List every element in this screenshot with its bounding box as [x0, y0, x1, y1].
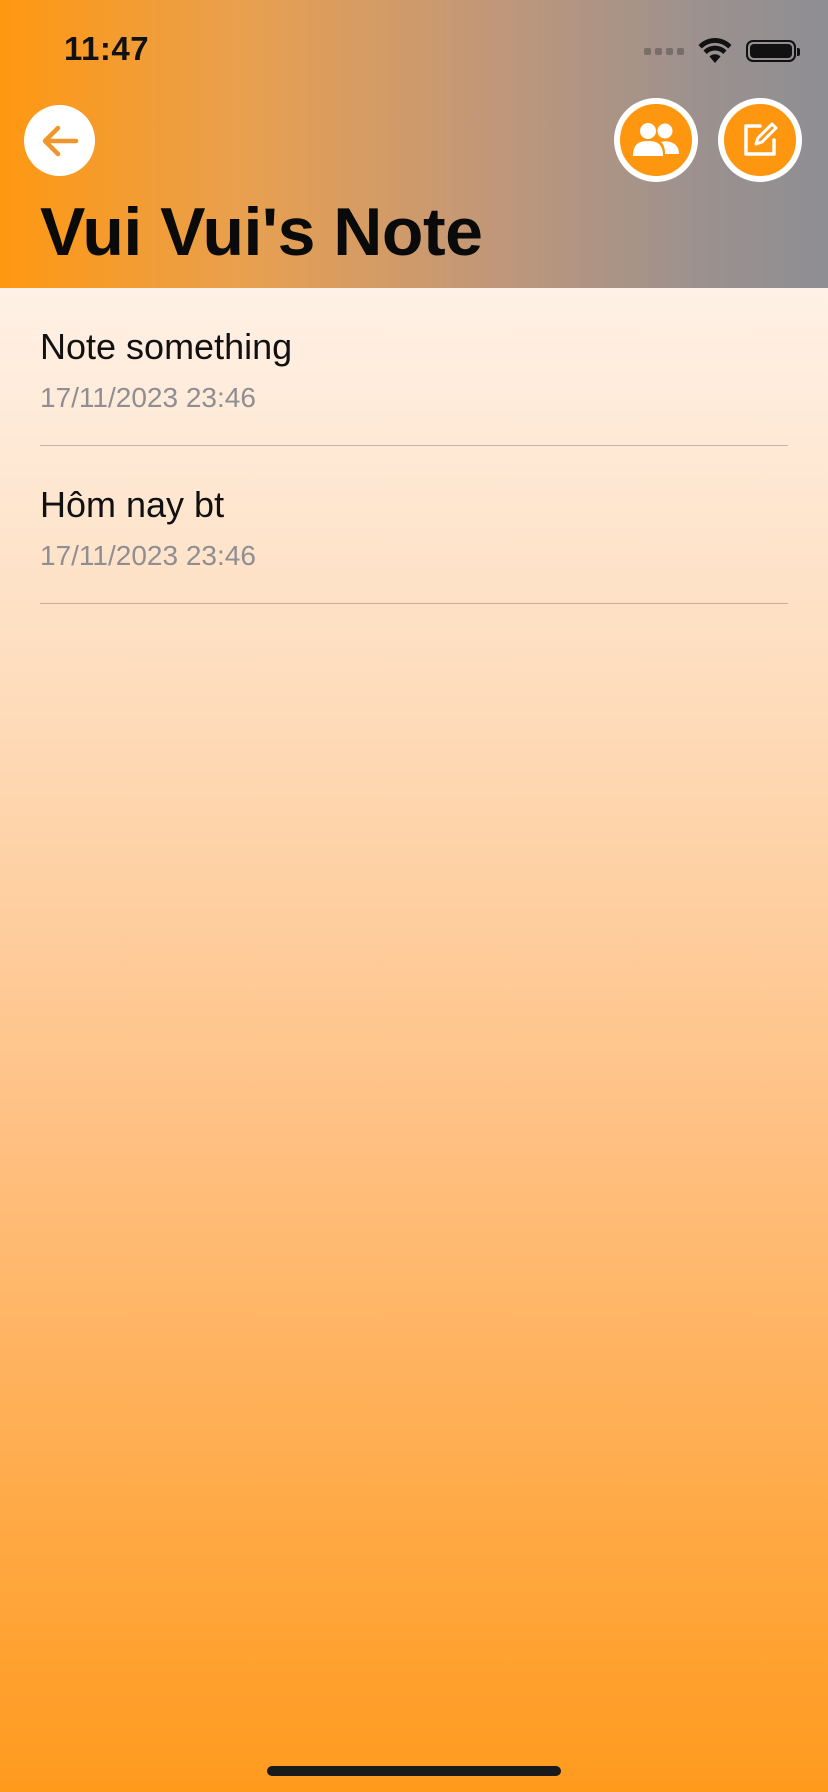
cellular-signal-icon [644, 47, 684, 55]
home-indicator[interactable] [267, 1766, 561, 1776]
battery-icon [746, 40, 800, 62]
back-button[interactable] [24, 105, 95, 176]
notes-list: Note something 17/11/2023 23:46 Hôm nay … [40, 288, 788, 604]
status-icons [644, 36, 800, 66]
page-title: Vui Vui's Note [40, 194, 483, 270]
wifi-icon [698, 38, 732, 63]
status-time: 11:47 [64, 30, 150, 67]
note-row[interactable]: Note something 17/11/2023 23:46 [40, 288, 788, 446]
note-date: 17/11/2023 23:46 [40, 382, 256, 413]
arrow-left-icon [42, 125, 78, 156]
compose-icon [744, 122, 778, 156]
note-title: Note something [40, 326, 293, 367]
header-bar: 11:47 Vui Vui's Note [0, 0, 828, 288]
note-date: 17/11/2023 23:46 [40, 540, 256, 571]
note-row[interactable]: Hôm nay bt 17/11/2023 23:46 [40, 446, 788, 604]
people-icon [633, 123, 679, 156]
share-people-button[interactable] [614, 98, 698, 182]
compose-button[interactable] [718, 98, 802, 182]
note-title: Hôm nay bt [40, 484, 225, 525]
